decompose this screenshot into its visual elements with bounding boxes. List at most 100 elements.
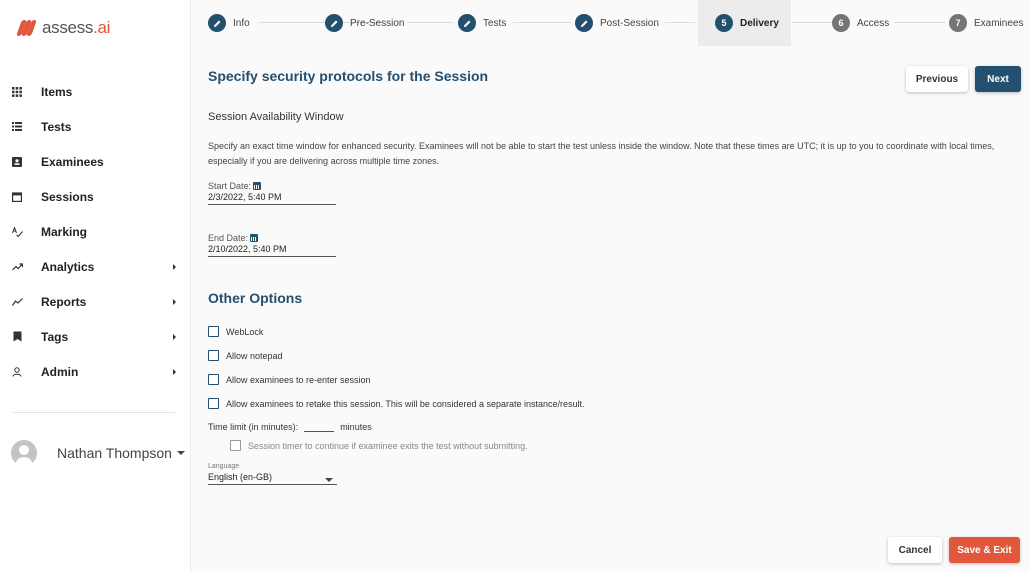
sidebar-item-tests[interactable]: Tests xyxy=(0,109,190,144)
retake-session-checkbox-row[interactable]: Allow examinees to retake this session. … xyxy=(208,398,585,409)
start-date-field[interactable]: Start Date: 2/3/2022, 5:40 PM xyxy=(208,181,336,205)
sidebar-item-examinees[interactable]: Examinees xyxy=(0,144,190,179)
end-date-label: End Date: xyxy=(208,233,249,243)
step-tests[interactable]: Tests xyxy=(458,0,506,46)
timer-continue-checkbox-row[interactable]: Session timer to continue if examinee ex… xyxy=(230,440,528,451)
step-number: 5 xyxy=(715,14,733,32)
checkbox-label: Allow examinees to re-enter session xyxy=(226,374,371,385)
language-label: Language xyxy=(208,463,240,470)
step-label: Post-Session xyxy=(600,17,659,29)
sidebar-item-sessions[interactable]: Sessions xyxy=(0,179,190,214)
chevron-right-icon xyxy=(173,298,176,305)
calendar-icon xyxy=(250,234,259,242)
previous-button[interactable]: Previous xyxy=(906,66,968,92)
step-examinees[interactable]: 7 Examinees xyxy=(949,0,1023,46)
chevron-right-icon xyxy=(173,368,176,375)
step-label: Delivery xyxy=(740,17,779,29)
language-select[interactable]: Language English (en-GB) xyxy=(208,463,337,485)
calendar-icon xyxy=(11,191,23,203)
step-label: Pre-Session xyxy=(350,17,405,29)
sidebar-nav: Items Tests Examinees Sessions Marking A… xyxy=(0,74,190,389)
timer-continue-checkbox[interactable] xyxy=(230,440,241,451)
time-limit-unit: minutes xyxy=(340,422,372,432)
pencil-icon xyxy=(325,14,343,32)
caret-down-icon xyxy=(176,451,185,455)
step-access[interactable]: 6 Access xyxy=(832,0,889,46)
availability-heading: Session Availability Window xyxy=(208,111,344,123)
avatar xyxy=(11,440,37,466)
step-label: Tests xyxy=(483,17,507,29)
user-icon xyxy=(11,366,23,378)
step-label: Info xyxy=(233,17,250,29)
checkbox-label: Allow examinees to retake this session. … xyxy=(226,398,585,409)
start-date-value: 2/3/2022, 5:40 PM xyxy=(208,192,282,202)
other-options-heading: Other Options xyxy=(208,290,303,306)
sidebar-item-label: Examinees xyxy=(41,154,104,169)
retake-session-checkbox[interactable] xyxy=(208,398,219,409)
pencil-icon xyxy=(208,14,226,32)
id-card-icon xyxy=(11,156,23,168)
step-label: Access xyxy=(857,17,890,29)
brand-name: assess.ai xyxy=(42,18,111,37)
chevron-right-icon xyxy=(173,333,176,340)
sidebar-divider xyxy=(13,412,175,413)
bookmark-icon xyxy=(11,331,23,343)
reenter-session-checkbox[interactable] xyxy=(208,374,219,385)
allow-notepad-checkbox[interactable] xyxy=(208,350,219,361)
allow-notepad-checkbox-row[interactable]: Allow notepad xyxy=(208,350,283,361)
step-label: Examinees xyxy=(974,17,1024,29)
weblock-checkbox-row[interactable]: WebLock xyxy=(208,326,263,337)
sidebar-item-label: Reports xyxy=(41,294,87,309)
availability-description: Specify an exact time window for enhance… xyxy=(208,141,995,166)
cancel-button[interactable]: Cancel xyxy=(888,537,942,563)
step-delivery[interactable]: 5 Delivery xyxy=(698,0,791,46)
sidebar-item-label: Sessions xyxy=(41,189,94,204)
list-icon xyxy=(11,121,23,133)
sidebar: assess.ai Items Tests Examinees Sessions xyxy=(0,0,191,572)
chart-line-icon xyxy=(11,296,23,308)
step-connector xyxy=(407,22,453,23)
page-title: Specify security protocols for the Sessi… xyxy=(208,68,489,84)
time-limit-input[interactable] xyxy=(304,422,335,432)
pencil-icon xyxy=(575,14,593,32)
sidebar-item-items[interactable]: Items xyxy=(0,74,190,109)
sidebar-item-label: Marking xyxy=(41,224,88,239)
time-limit-row: Time limit (in minutes): minutes xyxy=(208,422,372,432)
wizard-stepper: Info Pre-Session Tests Post-Session 5 De… xyxy=(191,0,1030,46)
step-post-session[interactable]: Post-Session xyxy=(575,0,659,46)
pencil-icon xyxy=(458,14,476,32)
sidebar-item-label: Analytics xyxy=(41,259,95,274)
step-connector xyxy=(895,22,945,23)
user-name: Nathan Thompson xyxy=(57,445,172,461)
next-button[interactable]: Next xyxy=(975,66,1021,92)
spellcheck-icon xyxy=(11,226,23,238)
chevron-right-icon xyxy=(173,263,176,270)
step-pre-session[interactable]: Pre-Session xyxy=(325,0,404,46)
caret-down-icon xyxy=(325,478,333,482)
trending-up-icon xyxy=(11,261,23,273)
sidebar-item-admin[interactable]: Admin xyxy=(0,354,190,389)
user-menu[interactable]: Nathan Thompson xyxy=(11,440,185,466)
sidebar-item-analytics[interactable]: Analytics xyxy=(0,249,190,284)
brand-logo[interactable]: assess.ai xyxy=(16,18,111,38)
step-info[interactable]: Info xyxy=(208,0,250,46)
sidebar-item-label: Admin xyxy=(41,364,79,379)
end-date-value: 2/10/2022, 5:40 PM xyxy=(208,244,287,254)
sidebar-item-label: Tests xyxy=(41,119,72,134)
sidebar-item-reports[interactable]: Reports xyxy=(0,284,190,319)
sidebar-item-marking[interactable]: Marking xyxy=(0,214,190,249)
sidebar-item-label: Tags xyxy=(41,329,69,344)
end-date-field[interactable]: End Date: 2/10/2022, 5:40 PM xyxy=(208,233,336,257)
save-exit-button[interactable]: Save & Exit xyxy=(949,537,1020,563)
checkbox-label: WebLock xyxy=(226,326,264,337)
step-connector xyxy=(665,22,695,23)
sidebar-item-label: Items xyxy=(41,84,73,99)
language-value: English (en-GB) xyxy=(208,472,273,482)
weblock-checkbox[interactable] xyxy=(208,326,219,337)
grid-icon xyxy=(11,86,23,98)
sidebar-item-tags[interactable]: Tags xyxy=(0,319,190,354)
logo-mark-icon xyxy=(16,20,38,36)
reenter-session-checkbox-row[interactable]: Allow examinees to re-enter session xyxy=(208,374,371,385)
step-connector xyxy=(513,22,571,23)
step-number: 7 xyxy=(949,14,967,32)
